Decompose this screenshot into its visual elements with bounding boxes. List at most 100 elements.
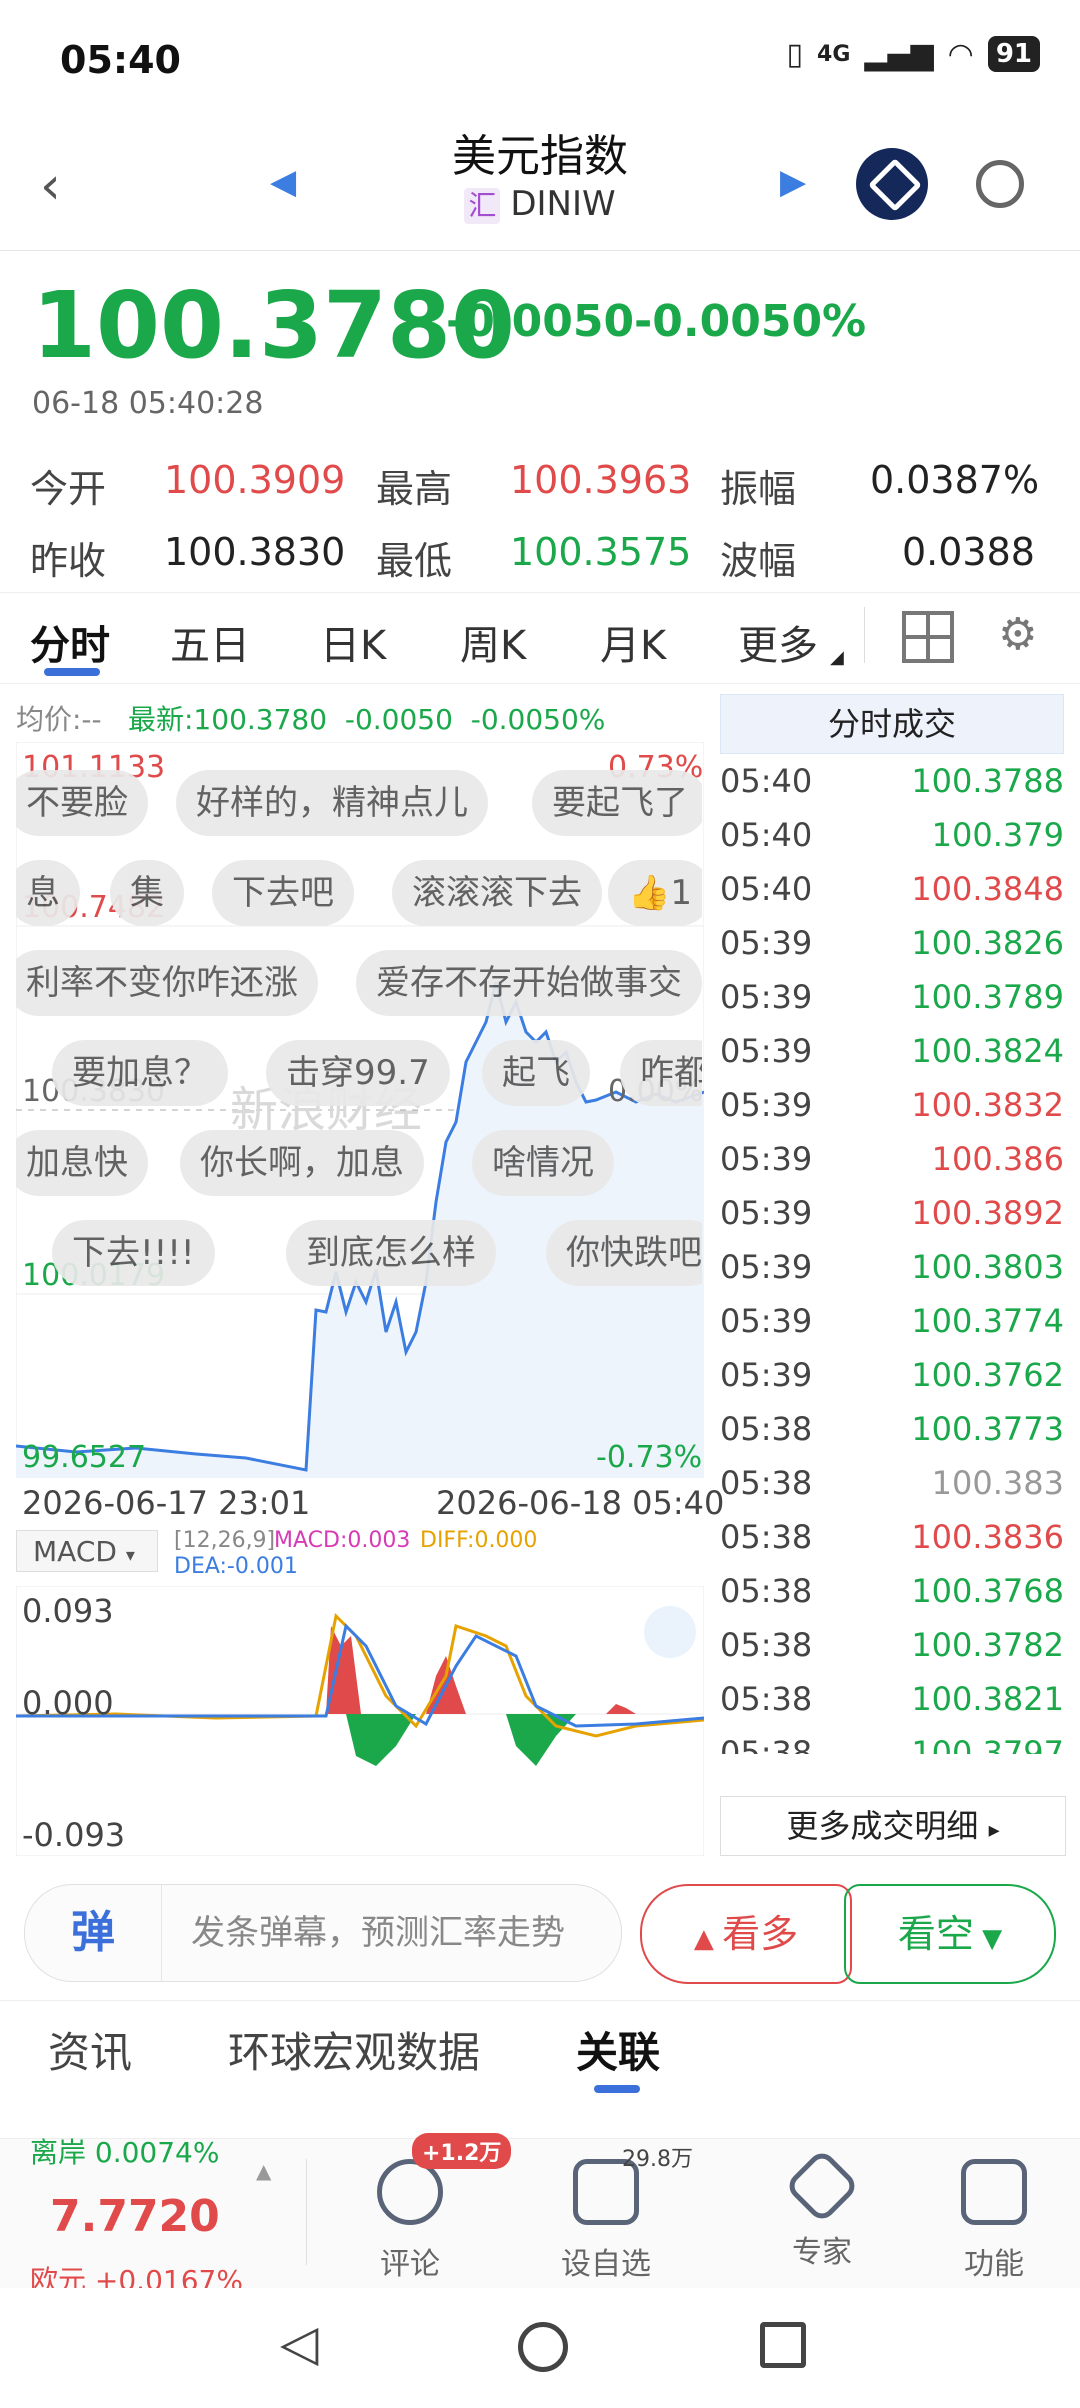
tab-daily-k[interactable]: 日K [320, 613, 386, 671]
tab-monthly-k[interactable]: 月K [600, 613, 666, 671]
nav-back-icon[interactable]: ◁ [280, 2314, 318, 2372]
danmaku-item: 你长啊，加息 [180, 1130, 424, 1196]
nav-recents-icon[interactable] [760, 2322, 806, 2368]
function-button[interactable]: 功能 [924, 2159, 1064, 2283]
function-label: 功能 [964, 2247, 1024, 2282]
indicator-selector[interactable]: MACD ▾ [16, 1530, 158, 1572]
chevron-down-icon: ▾ [125, 1545, 135, 1566]
danmaku-item: 起飞 [482, 1040, 590, 1106]
more-trades-button[interactable]: 更多成交明细 ▸ [720, 1796, 1066, 1856]
system-nav-bar: ◁ [0, 2288, 1080, 2408]
instrument-code-text: DINIW [510, 184, 616, 224]
trades-header: 分时成交 [720, 694, 1064, 754]
trade-row: 05:38 100.3773 [720, 1402, 1064, 1456]
trade-price: 100.3797 [911, 1734, 1064, 1754]
latest-price-label: 最新:100.3780 -0.0050 -0.0050% [128, 703, 606, 736]
status-time: 05:40 [60, 38, 181, 82]
danmaku-badge-icon: 弹 [25, 1885, 162, 1981]
danmaku-input-box[interactable]: 弹 发条弹幕，预测汇率走势 [24, 1884, 622, 1982]
trade-time: 05:38 [720, 1734, 813, 1754]
dea-value: DEA:-0.001 [174, 1554, 298, 1579]
macd-value: MACD:0.003 [274, 1528, 411, 1553]
y-axis-bottom: 99.6527 [22, 1440, 147, 1475]
trade-time: 05:38 [720, 1626, 813, 1664]
battery-indicator: 91 [987, 36, 1040, 72]
watchlist-label: 设自选 [561, 2247, 651, 2282]
trade-price: 100.3848 [911, 870, 1064, 908]
bearish-button[interactable]: 看空 ▼ [844, 1884, 1056, 1984]
expand-icon [644, 1606, 696, 1658]
trade-list[interactable]: 05:40 100.3788 05:40 100.379 05:40 100.3848 05… [720, 754, 1064, 1754]
grid-layout-icon[interactable] [902, 611, 954, 663]
diff-value: DIFF:0.000 [420, 1528, 538, 1553]
tab-related[interactable]: 关联 [576, 2019, 660, 2080]
tab-news[interactable]: 资讯 [48, 2019, 132, 2080]
comment-count-badge: +1.2万 [412, 2133, 512, 2169]
tab-five-day[interactable]: 五日 [170, 613, 250, 671]
stat-value-high: 100.3963 [510, 458, 692, 502]
trade-time: 05:39 [720, 978, 813, 1016]
like-count: 1 [670, 873, 692, 913]
trade-row: 05:39 100.3762 [720, 1348, 1064, 1402]
tab-intraday[interactable]: 分时 [30, 613, 110, 671]
chart-period-tabs: 分时 五日 日K 周K 月K 更多 ◢ ⚙ [0, 592, 1080, 684]
stat-label-high: 最高 [376, 467, 453, 511]
danmaku-item: 滚滚滚下去 [392, 860, 602, 926]
related-price[interactable]: 7.7720 [50, 2191, 220, 2242]
danmaku-item: 息 [16, 860, 80, 926]
tab-weekly-k[interactable]: 周K [460, 613, 526, 671]
trade-time: 05:39 [720, 1086, 813, 1124]
danmaku-item: 咋都 [620, 1040, 702, 1106]
arrow-down-icon: ▼ [973, 1924, 1003, 1954]
trade-price: 100.379 [931, 816, 1064, 854]
trade-row: 05:40 100.379 [720, 808, 1064, 862]
next-arrow-icon[interactable]: ▶ [780, 162, 806, 202]
status-icons: ▯ 4G ▂▄▆ ◠ 91 [787, 36, 1040, 72]
trade-ticker-panel: 分时成交 05:40 100.3788 05:40 100.379 05:40 100.3… [720, 694, 1066, 1856]
ai-assistant-icon[interactable] [856, 148, 928, 220]
danmaku-input-placeholder: 发条弹幕，预测汇率走势 [191, 1913, 565, 1953]
expert-button[interactable]: 专家 [752, 2147, 892, 2271]
trade-time: 05:39 [720, 1194, 813, 1232]
trade-row: 05:39 100.386 [720, 1132, 1064, 1186]
date-end: 2026-06-18 05:40 [436, 1484, 725, 1522]
trade-row: 05:39 100.3824 [720, 1024, 1064, 1078]
danmaku-item: 利率不变你咋还涨 [16, 950, 318, 1016]
stat-value-range: 0.0388 [902, 530, 1035, 574]
content-tabs: 资讯 环球宏观数据 关联 [0, 2000, 1080, 2097]
nav-home-icon[interactable] [518, 2322, 568, 2372]
danmaku-like-count[interactable]: 👍1 [608, 860, 702, 926]
price-change-pct: -0.0050% [634, 296, 867, 347]
danmaku-item: 集 [110, 860, 184, 926]
tab-global-macro[interactable]: 环球宏观数据 [228, 2019, 480, 2080]
stat-label-low: 最低 [376, 539, 453, 583]
tab-more[interactable]: 更多 [738, 613, 818, 671]
menu-icon [961, 2159, 1027, 2225]
trade-time: 05:39 [720, 924, 813, 962]
trade-price: 100.3782 [911, 1626, 1064, 1664]
danmaku-item: 爱存不存开始做事交 [356, 950, 702, 1016]
wifi-icon: ◠ [947, 36, 974, 72]
settings-gear-icon[interactable]: ⚙ [998, 609, 1037, 660]
add-watchlist-button[interactable]: 设自选 [536, 2159, 676, 2283]
trade-time: 05:38 [720, 1680, 813, 1718]
stat-label-prev-close: 昨收 [30, 539, 107, 583]
trade-price: 100.383 [931, 1464, 1064, 1502]
more-dropdown-icon: ◢ [830, 647, 844, 668]
trade-time: 05:38 [720, 1410, 813, 1448]
trade-price: 100.3803 [911, 1248, 1064, 1286]
trade-time: 05:38 [720, 1518, 813, 1556]
stat-value-prev-close: 100.3830 [164, 530, 346, 574]
bullish-button[interactable]: ▲ 看多 [640, 1884, 852, 1984]
collapse-up-icon[interactable]: ▲ [256, 2159, 271, 2183]
comment-button[interactable]: 评论 [340, 2159, 480, 2283]
trade-row: 05:40 100.3848 [720, 862, 1064, 916]
macd-axis-mid: 0.000 [22, 1684, 114, 1722]
tab-active-underline [44, 668, 100, 676]
trade-time: 05:39 [720, 1140, 813, 1178]
signal-icon: ▂▄▆ [864, 36, 934, 72]
macd-axis-bottom: -0.093 [22, 1816, 126, 1854]
search-icon[interactable] [976, 160, 1024, 208]
forex-badge: 汇 [464, 187, 501, 224]
danmaku-item: 击穿99.7 [266, 1040, 450, 1106]
